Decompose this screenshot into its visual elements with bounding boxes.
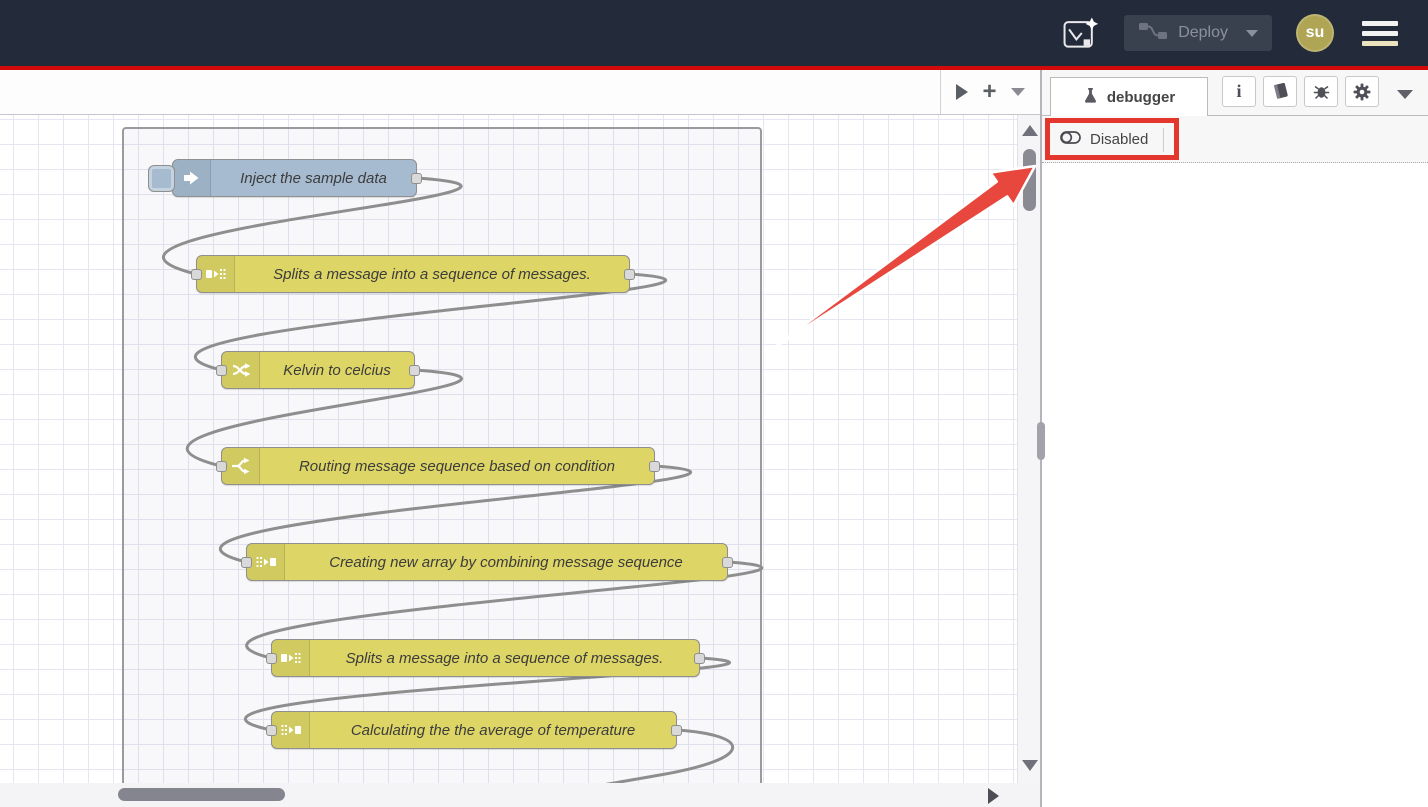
debug-toolbar: Disabled [1042, 116, 1428, 163]
join-icon [247, 544, 285, 580]
sidebar-toolbar: i [1222, 76, 1379, 107]
debug-disabled-toggle[interactable]: Disabled [1060, 126, 1148, 153]
join-icon [272, 712, 310, 748]
add-flow-icon[interactable]: + [982, 82, 996, 102]
canvas-body: Inject the sample data Split [0, 115, 1040, 783]
sidebar-tabbar: debugger i [1042, 70, 1428, 116]
node-label: Routing message sequence based on condit… [260, 458, 654, 475]
inject-trigger-button[interactable] [148, 165, 175, 192]
change-swap-icon [222, 352, 260, 388]
deploy-label: Deploy [1178, 24, 1228, 42]
output-port[interactable] [671, 725, 682, 736]
disabled-label: Disabled [1090, 131, 1148, 148]
chevron-down-icon[interactable] [1246, 30, 1258, 37]
node-label: Splits a message into a sequence of mess… [310, 650, 699, 667]
node-split[interactable]: Splits a message into a sequence of mess… [271, 639, 700, 677]
output-port[interactable] [411, 173, 422, 184]
output-port[interactable] [649, 461, 660, 472]
tab-label: debugger [1107, 89, 1175, 106]
input-port[interactable] [241, 557, 252, 568]
horizontal-scrollbar-thumb[interactable] [118, 788, 285, 801]
flow-canvas[interactable]: Inject the sample data Split [0, 115, 1017, 783]
scroll-down-icon[interactable] [1022, 760, 1038, 771]
splitter-gripper[interactable] [1037, 422, 1045, 460]
input-port[interactable] [216, 461, 227, 472]
vertical-scrollbar-thumb[interactable] [1023, 149, 1036, 211]
toggle-off-icon [1060, 131, 1081, 148]
deploy-nodes-icon [1138, 21, 1168, 46]
avatar[interactable]: su [1296, 14, 1334, 52]
main-area: + [0, 70, 1428, 807]
switch-fork-icon [222, 448, 260, 484]
bug-icon[interactable] [1304, 76, 1338, 107]
toolbar-divider [1163, 128, 1164, 152]
flow-tabbar-actions: + [940, 70, 1040, 114]
chevron-down-icon[interactable] [1397, 90, 1413, 99]
sidebar-splitter[interactable] [1040, 70, 1042, 807]
inject-arrow-icon [173, 160, 211, 196]
avatar-initials: su [1306, 24, 1325, 42]
node-inject[interactable]: Inject the sample data [172, 159, 417, 197]
split-icon [272, 640, 310, 676]
flow-assistant-icon[interactable] [1060, 14, 1100, 52]
tab-debugger[interactable]: debugger [1050, 77, 1208, 116]
node-join[interactable]: Creating new array by combining message … [246, 543, 728, 581]
output-port[interactable] [722, 557, 733, 568]
canvas-horizontal-scrollbar[interactable] [0, 783, 1040, 807]
gear-icon[interactable] [1345, 76, 1379, 107]
output-port[interactable] [694, 653, 705, 664]
node-switch[interactable]: Routing message sequence based on condit… [221, 447, 655, 485]
output-port[interactable] [409, 365, 420, 376]
node-label: Kelvin to celcius [260, 362, 414, 379]
node-change[interactable]: Kelvin to celcius [221, 351, 415, 389]
output-port[interactable] [624, 269, 635, 280]
node-join[interactable]: Calculating the the average of temperatu… [271, 711, 677, 749]
input-port[interactable] [191, 269, 202, 280]
node-label: Calculating the the average of temperatu… [310, 722, 676, 739]
app-header: Deploy su [0, 0, 1428, 66]
input-port[interactable] [216, 365, 227, 376]
input-port[interactable] [266, 725, 277, 736]
flow-list-icon[interactable] [1011, 88, 1025, 96]
sidebar: debugger i [1042, 70, 1428, 807]
input-port[interactable] [266, 653, 277, 664]
node-label: Inject the sample data [211, 170, 416, 187]
docs-book-icon[interactable] [1263, 76, 1297, 107]
flow-tabbar: + [0, 70, 1040, 115]
scroll-right-icon[interactable] [988, 788, 999, 804]
flask-icon [1083, 87, 1098, 108]
node-label: Splits a message into a sequence of mess… [235, 266, 629, 283]
hamburger-menu-icon[interactable] [1358, 17, 1402, 50]
scroll-right-icon[interactable] [956, 84, 968, 100]
node-split[interactable]: Splits a message into a sequence of mess… [196, 255, 630, 293]
scroll-up-icon[interactable] [1022, 125, 1038, 136]
split-icon [197, 256, 235, 292]
deploy-button[interactable]: Deploy [1124, 15, 1272, 51]
debug-messages-panel[interactable] [1042, 163, 1428, 807]
info-icon[interactable]: i [1222, 76, 1256, 107]
node-label: Creating new array by combining message … [285, 554, 727, 571]
workspace-column: + [0, 70, 1040, 807]
